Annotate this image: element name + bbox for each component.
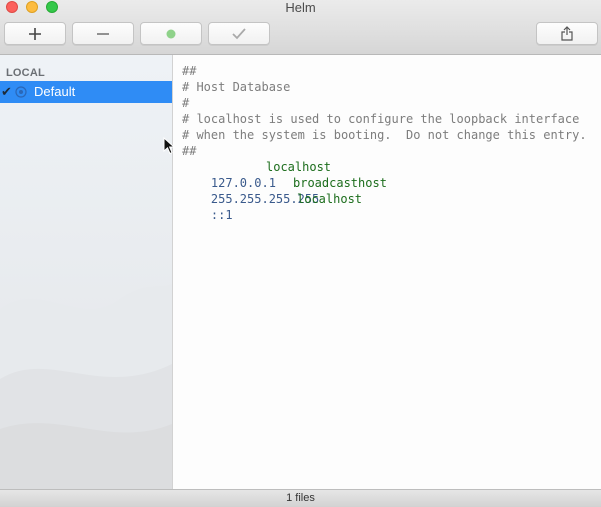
plus-icon bbox=[29, 27, 41, 40]
comment-line: # bbox=[182, 96, 190, 110]
checkmark-icon bbox=[232, 27, 246, 39]
green-dot-icon bbox=[166, 29, 176, 38]
checkmark-icon[interactable]: ✔ bbox=[1, 84, 12, 100]
remove-button[interactable] bbox=[72, 22, 134, 45]
sidebar-section-label: LOCAL bbox=[6, 67, 45, 79]
sidebar-background bbox=[0, 284, 172, 489]
host-entry-name: localhost bbox=[297, 192, 363, 206]
share-button[interactable] bbox=[536, 22, 598, 45]
minus-icon bbox=[97, 32, 109, 35]
host-entry-ip: ::1 bbox=[210, 208, 233, 222]
status-button[interactable] bbox=[140, 22, 202, 45]
title-bar: Helm bbox=[0, 0, 601, 55]
share-icon bbox=[561, 26, 573, 41]
host-entry-name: broadcasthost bbox=[293, 176, 387, 190]
host-entry-name: localhost bbox=[266, 160, 332, 174]
comment-line: # when the system is booting. Do not cha… bbox=[182, 128, 587, 142]
status-bar: 1 files bbox=[0, 489, 601, 507]
host-entry: ::1 bbox=[182, 191, 233, 239]
comment-line: # Host Database bbox=[182, 80, 291, 94]
apply-button[interactable] bbox=[208, 22, 270, 45]
sidebar: LOCAL ✔ Default bbox=[0, 55, 173, 489]
comment-line: ## bbox=[182, 144, 197, 158]
hosts-editor[interactable]: ## # Host Database # # localhost is used… bbox=[173, 55, 601, 489]
comment-line: # localhost is used to configure the loo… bbox=[182, 112, 580, 126]
comment-line: ## bbox=[182, 64, 197, 78]
mouse-pointer-icon bbox=[163, 137, 175, 155]
add-button[interactable] bbox=[4, 22, 66, 45]
hosts-file-icon bbox=[15, 86, 27, 98]
sidebar-item-label: Default bbox=[34, 84, 76, 99]
window-title: Helm bbox=[285, 0, 316, 15]
sidebar-item-default[interactable]: ✔ Default bbox=[0, 81, 172, 103]
